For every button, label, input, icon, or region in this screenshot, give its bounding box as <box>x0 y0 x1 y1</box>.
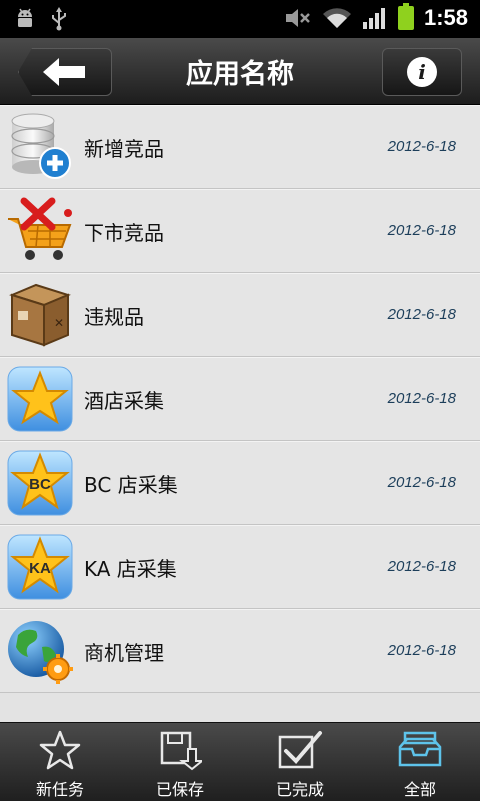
cart-remove-icon <box>8 197 72 260</box>
item-date: 2012-6-18 <box>387 306 456 323</box>
database-add-icon <box>11 113 71 179</box>
android-debug-icon <box>18 8 32 27</box>
item-label: KA 店采集 <box>84 557 177 581</box>
item-label: 酒店采集 <box>84 389 164 413</box>
list-item[interactable]: KA KA 店采集 2012-6-18 <box>0 525 480 609</box>
tab-label: 全部 <box>403 780 436 799</box>
box-icon: ✕ <box>9 283 71 347</box>
item-label: 下市竞品 <box>84 221 164 245</box>
star-outline-icon <box>39 730 81 770</box>
item-label: BC 店采集 <box>84 473 178 497</box>
item-date: 2012-6-18 <box>387 474 456 491</box>
tab-saved[interactable]: 已保存 <box>120 723 240 801</box>
item-date: 2012-6-18 <box>387 222 456 239</box>
battery-icon <box>397 3 414 30</box>
item-label: 商机管理 <box>84 641 164 665</box>
info-button[interactable]: i <box>382 48 462 96</box>
list-item[interactable]: 酒店采集 2012-6-18 <box>0 357 480 441</box>
tab-label: 已保存 <box>155 780 204 799</box>
star-badge-text: KA <box>29 560 51 577</box>
inbox-icon <box>398 731 442 767</box>
status-bar: 1:58 <box>0 0 480 38</box>
status-time: 1:58 <box>423 5 468 30</box>
star-icon <box>7 366 73 432</box>
globe-gear-icon <box>8 621 73 684</box>
info-icon: i <box>407 57 437 87</box>
item-label: 新增竞品 <box>84 137 164 161</box>
list-item[interactable]: ✕ 违规品 2012-6-18 <box>0 273 480 357</box>
tab-new-task[interactable]: 新任务 <box>0 723 120 801</box>
bottom-tab-bar: 新任务 已保存 已完成 全部 <box>0 722 480 801</box>
mute-icon <box>285 9 310 27</box>
star-bc-icon: BC <box>7 450 73 516</box>
wifi-icon <box>322 8 351 28</box>
usb-icon <box>52 7 66 31</box>
tab-label: 已完成 <box>275 780 324 799</box>
item-date: 2012-6-18 <box>387 558 456 575</box>
signal-icon <box>362 8 385 29</box>
save-icon <box>160 731 202 771</box>
tab-label: 新任务 <box>35 780 84 799</box>
item-date: 2012-6-18 <box>387 390 456 407</box>
app-header: 应用名称 i <box>0 38 480 105</box>
star-badge-text: BC <box>29 476 51 493</box>
tab-completed[interactable]: 已完成 <box>240 723 360 801</box>
list-item[interactable]: 新增竞品 2012-6-18 <box>0 105 480 189</box>
svg-text:✕: ✕ <box>54 316 64 330</box>
item-label: 违规品 <box>84 305 144 329</box>
app-list: 新增竞品 2012-6-18 下市竞品 2012-6-18 ✕ 违规品 2012… <box>0 105 480 693</box>
list-item[interactable]: BC BC 店采集 2012-6-18 <box>0 441 480 525</box>
item-date: 2012-6-18 <box>387 642 456 659</box>
tab-all[interactable]: 全部 <box>360 723 480 801</box>
star-ka-icon: KA <box>7 534 73 600</box>
list-item[interactable]: 下市竞品 2012-6-18 <box>0 189 480 273</box>
list-item[interactable]: 商机管理 2012-6-18 <box>0 609 480 693</box>
item-date: 2012-6-18 <box>387 138 456 155</box>
check-icon <box>278 731 322 769</box>
